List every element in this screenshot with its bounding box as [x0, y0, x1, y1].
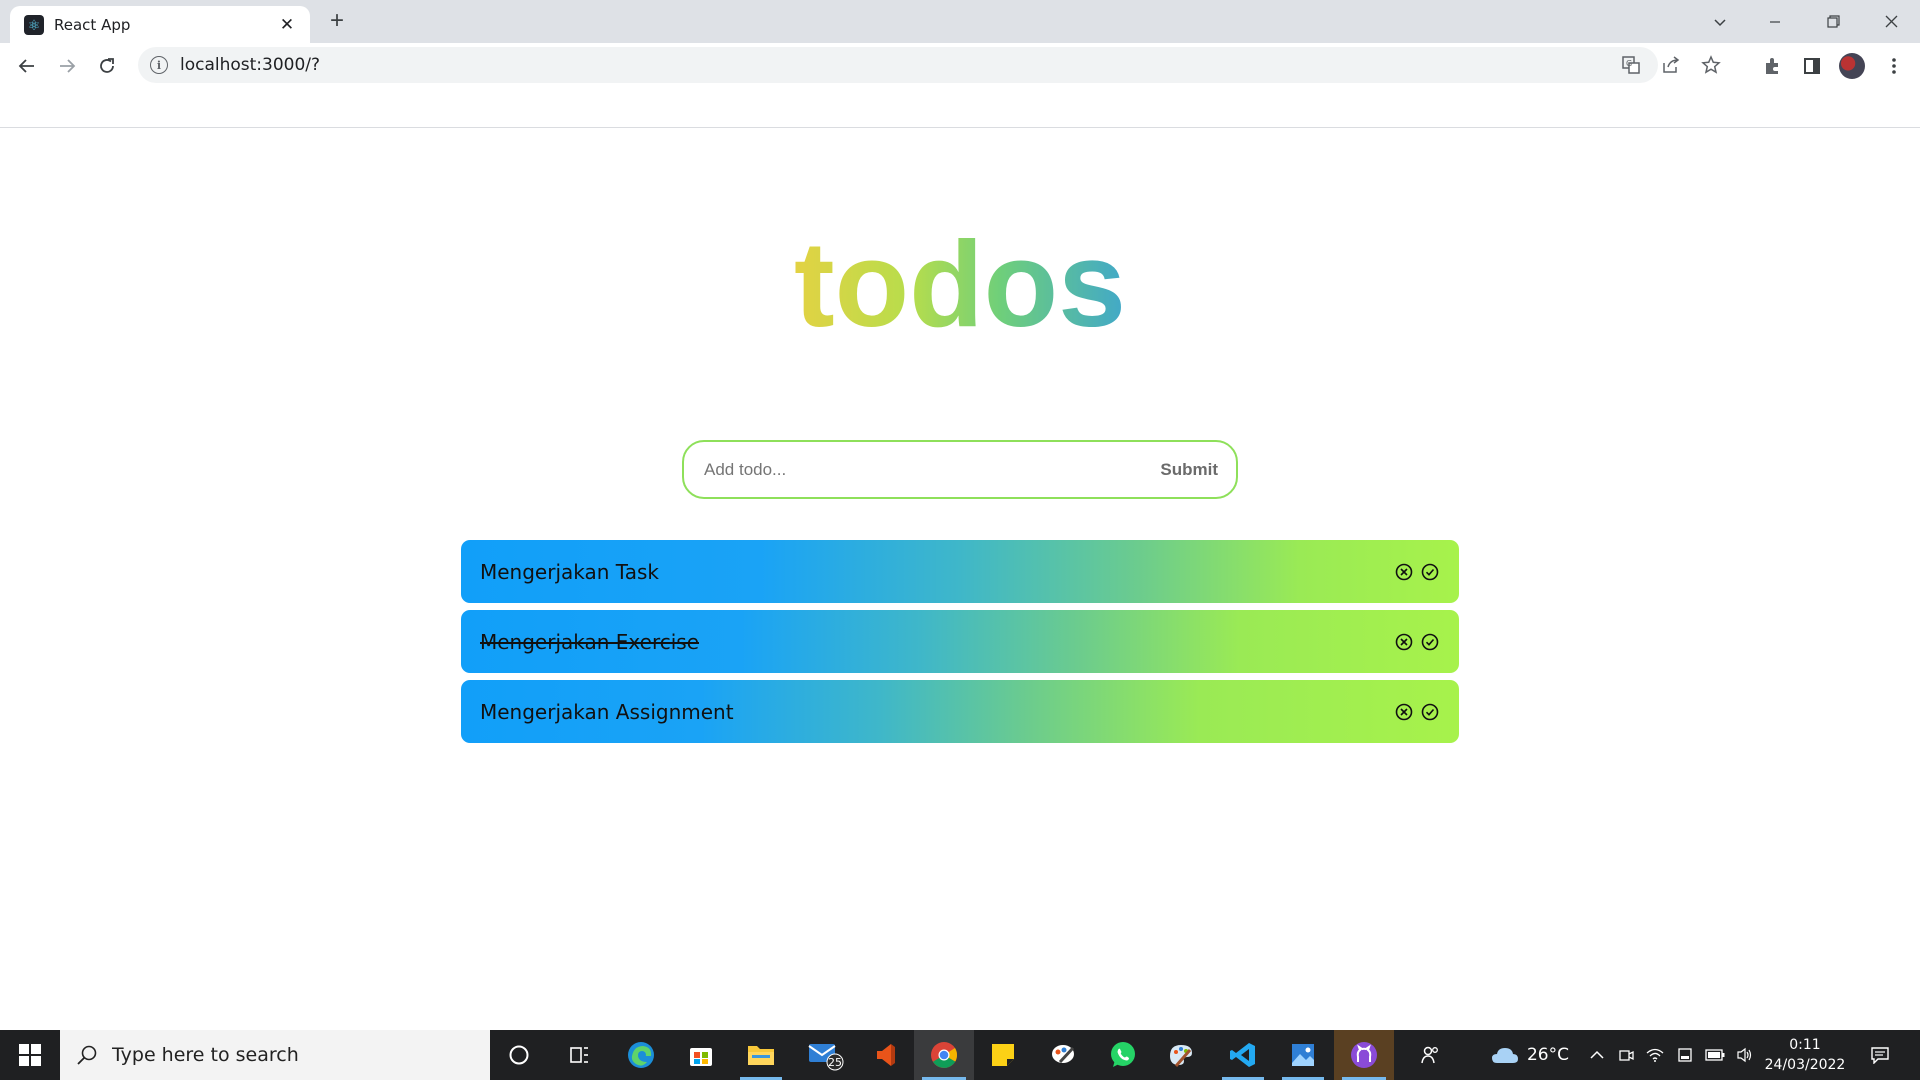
site-info-icon[interactable]: i: [150, 56, 168, 74]
chevron-up-icon[interactable]: [1584, 1030, 1610, 1080]
mail-icon[interactable]: 25: [796, 1030, 854, 1080]
close-window-icon[interactable]: [1868, 0, 1914, 43]
snip-sketch-icon[interactable]: [1034, 1030, 1092, 1080]
taskbar-search-input[interactable]: [112, 1044, 472, 1066]
forward-button[interactable]: [49, 43, 85, 88]
todo-item: Mengerjakan Assignment: [461, 680, 1459, 743]
todo-text-completed: Mengerjakan Exercise: [480, 629, 700, 654]
clock-date: 24/03/2022: [1764, 1057, 1846, 1073]
complete-check-circle-icon[interactable]: [1421, 703, 1439, 721]
todo-item: Mengerjakan Task: [461, 540, 1459, 603]
file-explorer-icon[interactable]: [732, 1030, 790, 1080]
system-clock[interactable]: 0:11 24/03/2022: [1760, 1035, 1850, 1075]
translate-icon[interactable]: G: [1616, 47, 1646, 83]
whatsapp-icon[interactable]: [1094, 1030, 1152, 1080]
address-bar[interactable]: i G: [138, 47, 1721, 83]
delete-circle-x-icon[interactable]: [1395, 703, 1413, 721]
media-player-icon[interactable]: [856, 1030, 914, 1080]
windows-taskbar: 25: [0, 1030, 1920, 1080]
battery-icon[interactable]: [1702, 1030, 1728, 1080]
task-view-icon[interactable]: [550, 1030, 608, 1080]
edge-icon[interactable]: [612, 1030, 670, 1080]
vscode-icon[interactable]: [1214, 1030, 1272, 1080]
title-wrapper: todos: [0, 223, 1920, 345]
submit-button[interactable]: Submit: [1160, 460, 1218, 480]
url-input[interactable]: [180, 55, 780, 75]
browser-tab[interactable]: ⚛ React App ✕: [10, 6, 310, 43]
minimize-icon[interactable]: [1752, 0, 1798, 43]
reload-button[interactable]: [89, 43, 125, 88]
tab-title: React App: [54, 15, 131, 34]
volume-icon[interactable]: [1732, 1030, 1758, 1080]
browser-toolbar: i G: [0, 43, 1920, 88]
paint-icon[interactable]: [1152, 1030, 1210, 1080]
avatar: [1839, 52, 1865, 79]
microsoft-store-icon[interactable]: [672, 1030, 730, 1080]
profile-avatar[interactable]: [1834, 43, 1870, 88]
back-button[interactable]: [9, 43, 45, 88]
start-button[interactable]: [0, 1030, 60, 1080]
todo-text: Mengerjakan Assignment: [480, 699, 734, 724]
todo-list: Mengerjakan Task Mengerjakan Exercise Me…: [461, 540, 1459, 750]
app-title: todos: [793, 216, 1127, 352]
complete-check-circle-icon[interactable]: [1421, 563, 1439, 581]
notification-icon[interactable]: [1860, 1030, 1900, 1080]
add-todo-input[interactable]: [704, 459, 1161, 480]
wifi-icon[interactable]: [1642, 1030, 1668, 1080]
weather-temperature[interactable]: 26°C: [1524, 1030, 1572, 1080]
windows-logo-icon: [19, 1044, 41, 1066]
side-panel-icon[interactable]: [1794, 43, 1830, 88]
taskbar-search[interactable]: [60, 1030, 490, 1080]
delete-circle-x-icon[interactable]: [1395, 633, 1413, 651]
extensions-icon[interactable]: [1754, 43, 1790, 88]
menu-kebab-icon[interactable]: [1876, 43, 1912, 88]
browser-tab-bar: ⚛ React App ✕ +: [0, 0, 1920, 43]
add-todo-form: Submit: [682, 440, 1238, 499]
github-desktop-icon[interactable]: [1334, 1030, 1394, 1080]
search-icon: [77, 1045, 97, 1065]
tab-search-icon[interactable]: [1700, 0, 1740, 43]
clock-time: 0:11: [1789, 1037, 1821, 1053]
complete-check-circle-icon[interactable]: [1421, 633, 1439, 651]
chrome-icon[interactable]: [914, 1030, 974, 1080]
delete-circle-x-icon[interactable]: [1395, 563, 1413, 581]
cloud-weather-icon[interactable]: [1488, 1030, 1522, 1080]
todo-text: Mengerjakan Task: [480, 559, 659, 584]
restore-icon[interactable]: [1810, 0, 1856, 43]
todo-actions: [1395, 563, 1439, 581]
cortana-icon[interactable]: [490, 1030, 548, 1080]
mail-badge: 25: [828, 1056, 842, 1069]
todo-actions: [1395, 703, 1439, 721]
new-tab-button[interactable]: +: [324, 8, 350, 34]
tab-close-icon[interactable]: ✕: [276, 15, 298, 35]
photos-icon[interactable]: [1274, 1030, 1332, 1080]
todo-item: Mengerjakan Exercise: [461, 610, 1459, 673]
react-icon: ⚛: [24, 14, 44, 35]
storage-icon[interactable]: [1672, 1030, 1698, 1080]
todo-app: todos Submit Mengerjakan Task Mengerjaka…: [0, 128, 1920, 1030]
svg-text:G: G: [1626, 59, 1632, 68]
bookmark-star-icon[interactable]: [1696, 47, 1726, 83]
screen: ⚛ React App ✕ + i localhost:3000/? G tod…: [0, 0, 1920, 1080]
sticky-notes-icon[interactable]: [974, 1030, 1032, 1080]
meet-now-icon[interactable]: [1614, 1030, 1638, 1080]
share-icon[interactable]: [1656, 47, 1686, 83]
todo-actions: [1395, 633, 1439, 651]
people-icon[interactable]: [1410, 1030, 1450, 1080]
